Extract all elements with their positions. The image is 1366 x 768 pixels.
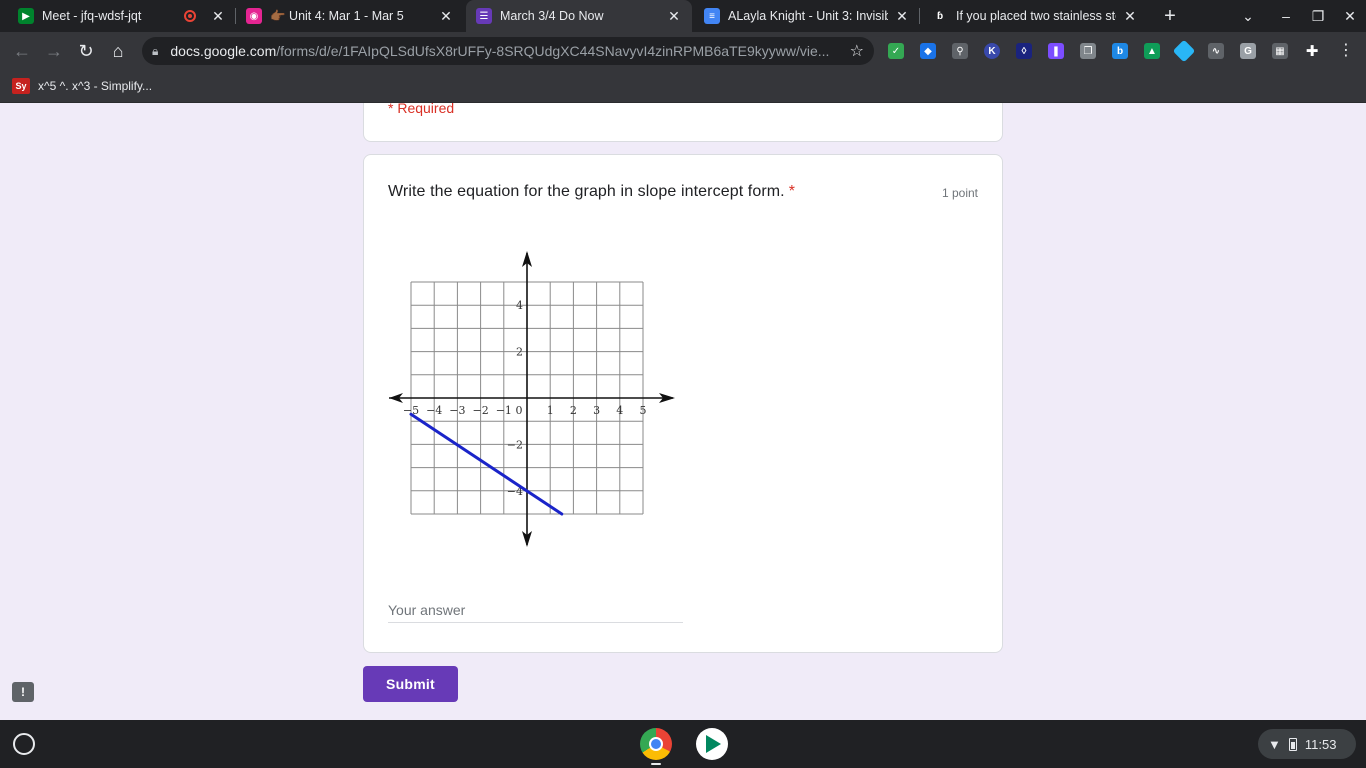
y-tick-label: 4	[516, 299, 523, 312]
brainly-icon: ɓ	[932, 8, 948, 24]
x-tick-label: −1	[496, 404, 512, 417]
extension-icon[interactable]: ∿	[1208, 43, 1224, 59]
forward-arrow-icon[interactable]: →	[40, 37, 68, 65]
y-tick-label: −2	[507, 438, 523, 451]
x-tick-label: −2	[472, 404, 488, 417]
wifi-icon: ▼	[1268, 736, 1281, 752]
question-points: 1 point	[941, 186, 978, 200]
x-tick-label: −3	[449, 404, 465, 417]
system-tray[interactable]: ▼ 11:53	[1258, 729, 1356, 759]
puzzle-extensions-icon[interactable]: ✚	[1304, 43, 1320, 60]
tab-forms-active[interactable]: ☰ March 3/4 Do Now ✕	[466, 0, 692, 32]
play-store-icon[interactable]	[696, 728, 728, 760]
form-header-card: * Required	[363, 103, 1003, 142]
chrome-icon[interactable]	[640, 728, 672, 760]
os-shelf: ▼ 11:53	[0, 720, 1366, 768]
home-icon[interactable]: ⌂	[104, 37, 132, 65]
question-title: Write the equation for the graph in slop…	[388, 183, 796, 200]
extension-icon[interactable]	[1172, 39, 1196, 63]
menu-kebab-icon[interactable]: ⋮	[1338, 41, 1354, 61]
tab-brainly[interactable]: ɓ If you placed two stainless steel ✕	[922, 0, 1148, 32]
extension-icon[interactable]: ❐	[1080, 43, 1096, 59]
extension-icon[interactable]: ◆	[920, 43, 936, 59]
tab-title: Meet - jfq-wdsf-jqt	[42, 9, 142, 23]
extension-icon[interactable]: G	[1240, 43, 1256, 59]
answer-input[interactable]	[388, 597, 683, 623]
restore-icon[interactable]: ❐	[1302, 0, 1334, 32]
tab-strip: ▶ Meet - jfq-wdsf-jqt ✕ ◉ 👉🏾 Unit 4: Mar…	[0, 0, 1366, 32]
x-tick-label: 2	[570, 404, 577, 417]
reload-icon[interactable]: ↻	[72, 37, 100, 65]
new-tab-button[interactable]: +	[1158, 4, 1182, 28]
tab-docs[interactable]: ≡ ALayla Knight - Unit 3: Invisible ✕	[694, 0, 920, 32]
close-icon[interactable]: ✕	[666, 8, 682, 25]
form-page: * Required Write the equation for the gr…	[0, 103, 1366, 720]
browser-toolbar: ← → ↻ ⌂ 🔒︎ docs.google.com/forms/d/e/1FA…	[0, 32, 1366, 70]
qr-extension-icon[interactable]: ▦	[1272, 43, 1288, 59]
close-icon[interactable]: ✕	[438, 8, 454, 25]
meet-icon: ▶	[18, 8, 34, 24]
docs-icon: ≡	[704, 8, 720, 24]
tab-meet[interactable]: ▶ Meet - jfq-wdsf-jqt ✕	[8, 0, 236, 32]
symbolab-icon: Sy	[12, 78, 30, 94]
kami-extension-icon[interactable]: K	[984, 43, 1000, 59]
shield-extension-icon[interactable]: ✓	[888, 43, 904, 59]
extension-icon[interactable]: ◊	[1016, 43, 1032, 59]
bookmarks-bar: Sy x^5 ^. x^3 - Simplify...	[0, 70, 1366, 103]
required-asterisk: *	[788, 183, 796, 200]
classroom-icon: ◉	[246, 8, 262, 24]
required-note: * Required	[388, 103, 455, 116]
x-tick-label: 0	[516, 404, 523, 417]
x-tick-label: −4	[426, 404, 442, 417]
back-arrow-icon[interactable]: ←	[8, 37, 36, 65]
forms-icon: ☰	[476, 8, 492, 24]
close-icon[interactable]: ✕	[1122, 8, 1138, 25]
y-tick-label: 2	[516, 346, 523, 359]
recording-icon	[184, 10, 196, 22]
x-tick-label: 5	[640, 404, 647, 417]
bookmark-star-icon[interactable]: ☆	[850, 41, 864, 61]
tab-title: 👉🏾 Unit 4: Mar 1 - Mar 5	[270, 8, 404, 23]
address-bar[interactable]: 🔒︎ docs.google.com/forms/d/e/1FAIpQLSdUf…	[142, 37, 874, 65]
question-card: Write the equation for the graph in slop…	[363, 154, 1003, 653]
bookmark-symbolab[interactable]: Sy x^5 ^. x^3 - Simplify...	[12, 76, 152, 96]
extension-icon[interactable]: ❚	[1048, 43, 1064, 59]
extension-icon[interactable]: ⚲	[952, 43, 968, 59]
tab-title: March 3/4 Do Now	[500, 9, 604, 23]
bookmark-label: x^5 ^. x^3 - Simplify...	[38, 79, 153, 93]
lock-icon: 🔒︎	[152, 43, 159, 58]
graph-line	[409, 412, 564, 516]
tab-search-icon[interactable]: ⌄	[1232, 0, 1264, 32]
feedback-icon[interactable]: !	[12, 682, 34, 702]
minimize-icon[interactable]: –	[1270, 0, 1302, 32]
x-tick-label: 4	[616, 404, 623, 417]
tab-title: If you placed two stainless steel	[956, 9, 1116, 23]
close-icon[interactable]: ✕	[894, 8, 910, 25]
coordinate-graph: −5 −4 −3 −2 −1 0 1 2 3 4 542−2−4	[389, 251, 675, 547]
tab-title: ALayla Knight - Unit 3: Invisible	[728, 9, 888, 23]
window-close-icon[interactable]: ✕	[1334, 0, 1366, 32]
x-tick-label: 3	[593, 404, 600, 417]
submit-button[interactable]: Submit	[363, 666, 458, 702]
launcher-icon[interactable]	[13, 733, 35, 755]
tab-classroom[interactable]: ◉ 👉🏾 Unit 4: Mar 1 - Mar 5 ✕	[236, 0, 464, 32]
drive-extension-icon[interactable]: ▲	[1144, 43, 1160, 59]
close-icon[interactable]: ✕	[210, 8, 226, 25]
clock: 11:53	[1304, 736, 1337, 752]
url-text: docs.google.com/forms/d/e/1FAIpQLSdUfsX8…	[170, 43, 830, 59]
extension-icon[interactable]: b	[1112, 43, 1128, 59]
x-tick-label: 1	[547, 404, 554, 417]
battery-icon	[1288, 737, 1297, 751]
